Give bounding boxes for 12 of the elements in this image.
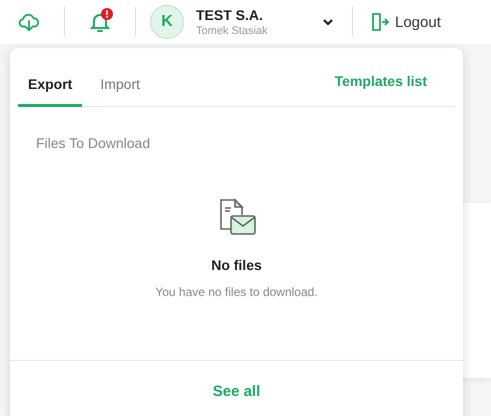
- tab[interactable]: Import: [90, 76, 150, 107]
- tab[interactable]: Export: [18, 76, 82, 107]
- templates-link[interactable]: Templates list: [334, 73, 455, 106]
- section-title: Files To Download: [35, 134, 152, 151]
- avatar: K: [150, 5, 184, 39]
- see-all-link[interactable]: See all: [212, 383, 260, 401]
- empty-message: You have no files to download.: [155, 285, 318, 299]
- logout-icon: [369, 12, 389, 32]
- user-name: Tomek Stasiak: [196, 25, 269, 37]
- logout-button[interactable]: Logout: [369, 12, 441, 32]
- company-name: TEST S.A.: [196, 7, 264, 23]
- empty-title: No files: [211, 257, 262, 273]
